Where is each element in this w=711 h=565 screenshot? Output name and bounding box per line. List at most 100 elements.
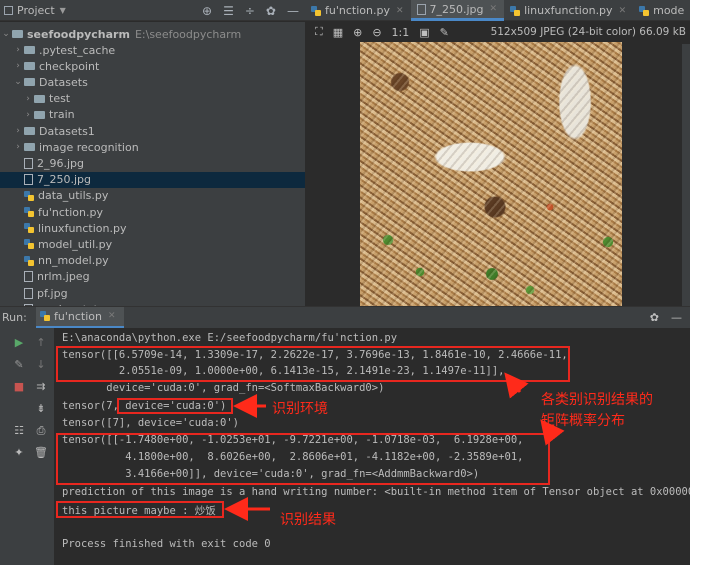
close-icon[interactable]: ✕ [396,6,404,16]
tree-item[interactable]: fu'nction.py [0,204,305,220]
tree-root[interactable]: ⌄ seefoodpycharm E:\seefoodpycharm [0,26,305,42]
tree-item[interactable]: ⌄ Datasets [0,74,305,90]
print-icon[interactable]: ⎙ [34,424,48,438]
image-viewer-toolbar: ⛶ ▦ ⊕ ⊖ 1:1 ▣ ✎ 512x509 JPEG (24-bit col… [305,22,690,42]
tree-item-label: pf.jpg [37,286,68,300]
python-file-icon [311,5,321,16]
soft-wrap-icon[interactable]: ⇉ [34,380,48,393]
tree-item[interactable]: › image recognition [0,139,305,155]
tab-model[interactable]: mode [633,0,690,21]
close-icon[interactable]: ✕ [108,311,116,321]
tree-item[interactable]: model_util.py [0,236,305,252]
stop-icon[interactable]: ■ [12,380,26,393]
annotation-result: 识别结果 [280,512,336,528]
tree-item-label: model_util.py [38,237,113,251]
tree-item[interactable]: nrlm.jpeg [0,269,305,285]
tree-item-label: Datasets1 [39,124,95,138]
image-file-icon [24,157,33,169]
gear-icon[interactable]: ✿ [266,4,276,18]
tree-item[interactable]: › train [0,107,305,123]
root-name: seefoodpycharm [27,27,130,41]
logits-output-highlight [56,433,550,485]
tree-item[interactable]: › test [0,91,305,107]
fried-rice-image [360,42,622,306]
actual-size-icon[interactable]: 1:1 [392,26,410,39]
python-file-icon [40,311,50,321]
chevron-down-icon[interactable]: ⌄ [0,29,12,39]
tree-item[interactable]: › checkpoint [0,58,305,74]
python-file-icon [24,207,34,217]
project-panel-title: Project [17,4,55,17]
tree-item[interactable]: 2_96.jpg [0,155,305,171]
device-highlight [117,398,233,414]
chevron-right-icon[interactable]: › [12,61,24,71]
run-toolbar: ▶ ↑ ✎ ↓ ■ ⇉ ⇟ ☷ ⎙ ✦ 🗑 [0,328,54,565]
pin-icon[interactable]: ✦ [12,446,26,459]
close-icon[interactable]: ✕ [490,4,498,14]
tree-item[interactable]: › Datasets1 [0,123,305,139]
tree-item-label: test [49,92,71,106]
python-file-icon [510,5,521,16]
tab-label: fu'nction.py [325,4,390,17]
zoom-in-icon[interactable]: ⊕ [353,26,362,39]
zoom-out-icon[interactable]: ⊖ [372,26,381,39]
tree-item[interactable]: nn_model.py [0,253,305,269]
project-icon [4,6,13,15]
folder-icon [34,110,45,119]
annotation-matrix-line1: 各类别识别结果的 [541,392,653,408]
run-tab-label: fu'nction [54,309,102,323]
image-viewer: ⛶ ▦ ⊕ ⊖ 1:1 ▣ ✎ 512x509 JPEG (24-bit col… [305,22,690,306]
tab-linuxfunction-py[interactable]: linuxfunction.py ✕ [504,0,633,21]
folder-icon [24,143,35,152]
chevron-right-icon[interactable]: › [22,94,34,104]
down-icon[interactable]: ↓ [34,358,48,371]
locate-icon[interactable]: ⊕ [202,4,212,18]
trash-icon[interactable]: 🗑 [34,446,48,459]
collapse-all-icon[interactable]: ☰ [223,4,234,18]
fit-icon[interactable]: ⛶ [315,25,323,39]
python-file-icon [639,5,650,16]
folder-icon [12,30,23,38]
chevron-right-icon[interactable]: › [12,126,24,136]
editor-tabs: fu'nction.py ✕ 7_250.jpg ✕ linuxfunction… [305,0,690,21]
tab-7-250-jpg[interactable]: 7_250.jpg ✕ [410,0,505,21]
layout-icon[interactable]: ☷ [12,424,26,437]
background-icon[interactable]: ▣ [419,26,429,39]
scroll-to-end-icon[interactable]: ⇟ [34,402,48,415]
grid-icon[interactable]: ▦ [333,26,343,39]
expand-icon[interactable]: ÷ [245,4,255,18]
root-path: E:\seefoodpycharm [134,27,242,41]
tree-item[interactable]: pf.jpg [0,285,305,301]
tree-item-label: train [49,108,75,122]
vertical-scrollbar[interactable] [682,44,690,306]
hide-icon[interactable]: — [287,4,299,18]
chevron-down-icon[interactable]: ⌄ [12,77,24,87]
tree-item[interactable]: linuxfunction.py [0,220,305,236]
tab-function-py[interactable]: fu'nction.py ✕ [305,0,411,21]
folder-icon [24,127,35,135]
run-tab[interactable]: fu'nction ✕ [36,306,124,329]
image-file-icon [24,174,33,186]
softmax-output-highlight [56,346,570,382]
gear-icon[interactable]: ✿ [650,311,659,324]
color-picker-icon[interactable]: ✎ [440,26,449,39]
hide-icon[interactable]: — [671,311,682,324]
tree-item[interactable]: data_utils.py [0,188,305,204]
console-line: tensor([7], device='cuda:0') [62,417,240,429]
chevron-right-icon[interactable]: › [12,45,24,55]
tree-item[interactable]: 7_250.jpg [0,171,305,188]
folder-icon [24,46,35,54]
wrench-icon[interactable]: ✎ [12,358,26,371]
up-icon[interactable]: ↑ [34,336,48,349]
chevron-right-icon[interactable]: › [12,142,24,152]
python-file-icon [24,190,34,201]
rerun-icon[interactable]: ▶ [12,336,26,349]
tree-item[interactable]: › .pytest_cache [0,42,305,58]
chevron-right-icon[interactable]: › [22,110,34,120]
project-toolbar: ⊕ ☰ ÷ ✿ — [202,0,299,21]
python-file-icon [24,239,34,250]
tree-item-label: nrlm.jpeg [37,270,90,284]
close-icon[interactable]: ✕ [619,6,627,16]
project-tree: ⌄ seefoodpycharm E:\seefoodpycharm › .pyt… [0,22,305,306]
tree-item-label: data_utils.py [38,189,109,203]
